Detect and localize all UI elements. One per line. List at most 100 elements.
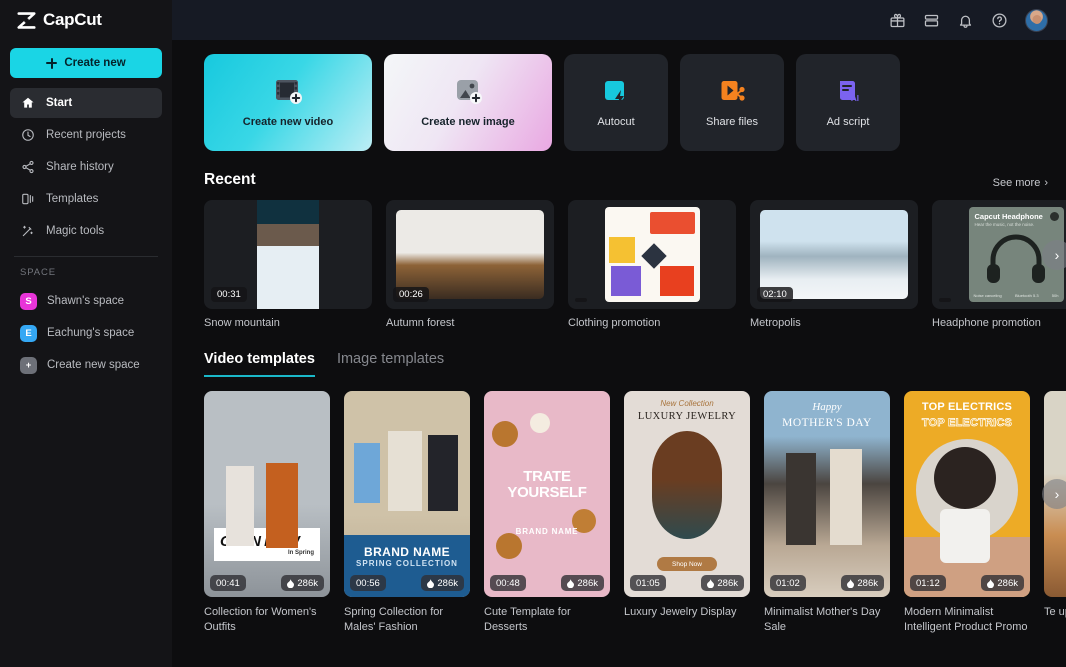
sidebar-item-magic-tools[interactable]: Magic tools [10, 216, 162, 246]
template-card-label: Luxury Jewelry Display [624, 605, 750, 620]
sidebar-space-shawn[interactable]: S Shawn's space [10, 286, 162, 316]
avatar[interactable] [1025, 9, 1048, 32]
magic-wand-icon [20, 224, 35, 239]
template-card-top-electrics[interactable]: TOP ELECTRICS TOP ELECTRICS 01:12 286k M… [904, 391, 1030, 635]
template-card-luxury-jewelry[interactable]: New Collection LUXURY JEWELRY Shop Now 0… [624, 391, 750, 635]
usage-badge: 286k [981, 575, 1024, 591]
recent-card-label: Snow mountain [204, 317, 372, 329]
templates-next-button[interactable]: › [1042, 479, 1066, 509]
template-card-label: Collection for Women's Outfits [204, 605, 330, 635]
usage-badge: 286k [701, 575, 744, 591]
chevron-right-icon: › [1055, 247, 1060, 263]
share-files-icon [715, 77, 749, 107]
fire-icon [287, 579, 294, 588]
duration-badge: 02:10 [757, 287, 793, 302]
fire-icon [987, 579, 994, 588]
sidebar-item-templates[interactable]: Templates [10, 184, 162, 214]
recent-section-header: Recent See more › [204, 171, 1048, 189]
template-headline: LUXURY JEWELRY [624, 411, 750, 422]
create-new-video-card[interactable]: Create new video [204, 54, 372, 151]
see-more-link[interactable]: See more › [993, 177, 1048, 189]
template-card-males-fashion[interactable]: BRAND NAME SPRING COLLECTION 00:56 286k … [344, 391, 470, 635]
thumbnail: New Collection LUXURY JEWELRY Shop Now 0… [624, 391, 750, 597]
overlay-title: Capcut Headphone [975, 212, 1043, 221]
ad-script-card[interactable]: AI Ad script [796, 54, 900, 151]
template-tabs: Video templates Image templates [204, 351, 1066, 377]
tab-image-templates[interactable]: Image templates [337, 351, 444, 377]
usage-badge: 286k [561, 575, 604, 591]
templates-row: OPEN NOW In Spring 00:41 286k Collection… [204, 391, 1066, 635]
tab-video-templates[interactable]: Video templates [204, 351, 315, 377]
template-card-label: Minimalist Mother's Day Sale [764, 605, 890, 635]
recent-card-metropolis[interactable]: 02:10 Metropolis [750, 200, 918, 329]
plus-badge-icon: + [20, 357, 37, 374]
fire-icon [427, 579, 434, 588]
usage-count: 286k [857, 578, 878, 589]
share-icon [20, 160, 35, 175]
template-card-partial[interactable]: Te up [1044, 391, 1066, 635]
action-label: Share files [706, 116, 758, 128]
recent-card-snow-mountain[interactable]: 00:31 Snow mountain [204, 200, 372, 329]
template-card-label: Modern Minimalist Intelligent Product Pr… [904, 605, 1030, 635]
template-subtext: SPRING COLLECTION [344, 559, 470, 568]
duration-badge: 00:48 [490, 575, 526, 591]
clock-icon [20, 128, 35, 143]
templates-icon [20, 192, 35, 207]
create-new-button[interactable]: Create new [10, 48, 162, 78]
template-cta[interactable]: Shop Now [657, 557, 717, 571]
template-headline: TRATE YOURSELF [492, 469, 602, 501]
usage-count: 286k [437, 578, 458, 589]
image-plus-icon [451, 77, 485, 107]
recent-card-autumn-forest[interactable]: 00:26 Autumn forest [386, 200, 554, 329]
thumbnail: 00:26 [386, 200, 554, 309]
create-new-label: Create new [64, 57, 125, 69]
template-headline: MOTHER'S DAY [764, 417, 890, 429]
template-card-mothers-day[interactable]: Happy MOTHER'S DAY 01:02 286k Minimalist… [764, 391, 890, 635]
duration-badge: 00:31 [211, 287, 247, 302]
headphones-icon [985, 234, 1047, 284]
sidebar-item-share-history[interactable]: Share history [10, 152, 162, 182]
space-badge-icon: S [20, 293, 37, 310]
notification-bell-icon[interactable] [957, 12, 974, 29]
fire-icon [847, 579, 854, 588]
usage-badge: 286k [841, 575, 884, 591]
capcut-logo-icon [17, 12, 36, 29]
thumbnail-image [605, 207, 700, 302]
topbar [172, 0, 1066, 40]
template-card-womens-outfits[interactable]: OPEN NOW In Spring 00:41 286k Collection… [204, 391, 330, 635]
duration-badge: 00:26 [393, 287, 429, 302]
sidebar-item-start[interactable]: Start [10, 88, 162, 118]
thumbnail-image [760, 210, 908, 299]
chevron-right-icon: › [1044, 177, 1048, 189]
action-label: Ad script [827, 116, 870, 128]
autocut-card[interactable]: Autocut [564, 54, 668, 151]
sidebar-create-new-space[interactable]: + Create new space [10, 350, 162, 380]
share-files-card[interactable]: Share files [680, 54, 784, 151]
help-circle-icon[interactable] [991, 12, 1008, 29]
recent-next-button[interactable]: › [1042, 240, 1066, 270]
recent-card-label: Autumn forest [386, 317, 554, 329]
ad-script-icon: AI [831, 77, 865, 107]
template-card-desserts[interactable]: TRATE YOURSELF BRAND NAME 00:48 286k Cut… [484, 391, 610, 635]
sidebar-item-label: Share history [46, 161, 114, 173]
space-section-caption: SPACE [10, 267, 162, 278]
recent-card-clothing-promotion[interactable]: Clothing promotion [568, 200, 736, 329]
fire-icon [707, 579, 714, 588]
tab-label: Image templates [337, 351, 444, 367]
sidebar-item-recent-projects[interactable]: Recent projects [10, 120, 162, 150]
action-label: Create new image [421, 116, 515, 128]
recent-card-label: Clothing promotion [568, 317, 736, 329]
membership-card-icon[interactable] [923, 12, 940, 29]
plus-icon [46, 58, 57, 69]
usage-count: 286k [577, 578, 598, 589]
create-new-image-card[interactable]: Create new image [384, 54, 552, 151]
close-icon[interactable] [1050, 212, 1059, 221]
sidebar-item-label: Start [46, 97, 72, 109]
gift-icon[interactable] [889, 12, 906, 29]
usage-count: 286k [717, 578, 738, 589]
recent-title: Recent [204, 171, 256, 189]
app-logo[interactable]: CapCut [10, 0, 162, 40]
usage-badge: 286k [421, 575, 464, 591]
sidebar-space-eachung[interactable]: E Eachung's space [10, 318, 162, 348]
action-label: Autocut [597, 116, 634, 128]
